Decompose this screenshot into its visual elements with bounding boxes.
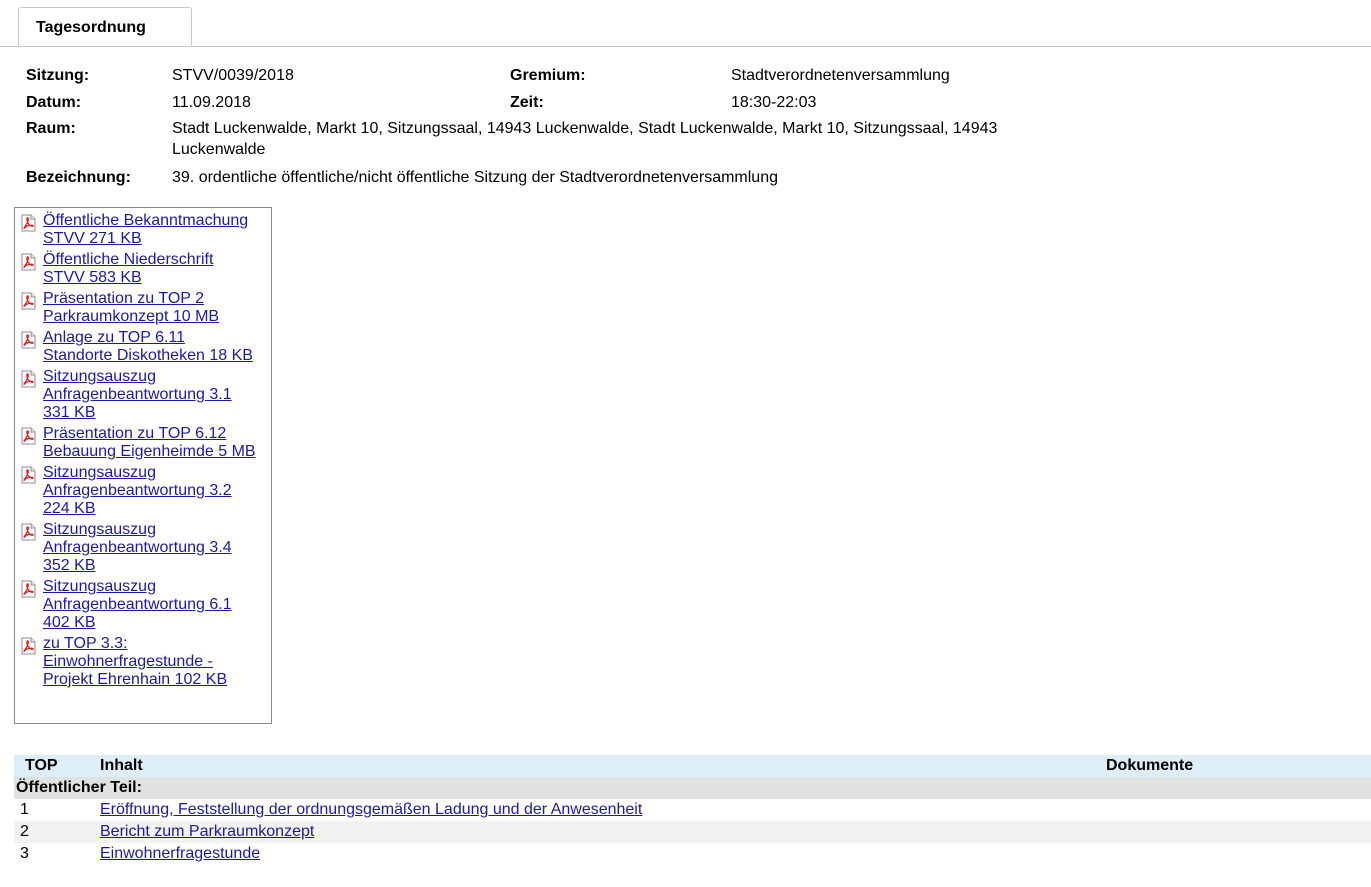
document-link-text[interactable]: Präsentation zu TOP 6.12 Bebauung Eigenhe…	[43, 425, 273, 461]
zeit-label: Zeit:	[510, 94, 544, 111]
section-label: Öffentlicher Teil:	[14, 777, 1371, 799]
column-header-top: TOP	[25, 757, 58, 774]
tab-bar-divider	[0, 46, 1371, 47]
zeit-value: 18:30-22:03	[731, 94, 817, 111]
bezeichnung-label: Bezeichnung:	[26, 169, 131, 186]
document-link-line: Sitzungsauszug	[43, 368, 156, 385]
raum-value-line1: Stadt Luckenwalde, Markt 10, Sitzungssaa…	[172, 120, 998, 137]
document-link[interactable]: Anlage zu TOP 6.11 Standorte Diskotheken …	[19, 329, 269, 365]
document-link-text[interactable]: Anlage zu TOP 6.11 Standorte Diskotheken …	[43, 329, 273, 365]
bezeichnung-value: 39. ordentliche öffentliche/nicht öffent…	[172, 169, 778, 186]
document-link-line: Anfragenbeantwortung 3.1	[43, 386, 232, 403]
pdf-icon	[21, 580, 36, 598]
document-link[interactable]: Sitzungsauszug Anfragenbeantwortung 6.1 40…	[19, 578, 269, 632]
row-documents-cell	[1106, 843, 1371, 865]
agenda-item-link[interactable]: Einwohnerfragestunde	[100, 845, 260, 862]
document-link-text[interactable]: Öffentliche Bekanntmachung STVV 271 KB	[43, 212, 273, 248]
document-link-line: Anfragenbeantwortung 3.4	[43, 539, 232, 556]
row-top-number: 2	[14, 821, 89, 843]
gremium-value: Stadtverordnetenversammlung	[731, 67, 950, 84]
document-link-line: Anfragenbeantwortung 3.2	[43, 482, 232, 499]
table-row: 3 Einwohnerfragestunde	[14, 843, 1371, 865]
document-link-line: Standorte Diskotheken 18 KB	[43, 347, 253, 364]
document-link-line: 402 KB	[43, 614, 96, 631]
document-link-line: Sitzungsauszug	[43, 464, 156, 481]
agenda-item-link[interactable]: Bericht zum Parkraumkonzept	[100, 823, 314, 840]
documents-list: Öffentliche Bekanntmachung STVV 271 KB Öff…	[14, 207, 272, 724]
document-link-text[interactable]: Öffentliche Niederschrift STVV 583 KB	[43, 251, 273, 287]
pdf-icon	[21, 427, 36, 445]
document-link-line: Sitzungsauszug	[43, 521, 156, 538]
table-row: 1 Eröffnung, Feststellung der ordnungsge…	[14, 799, 1371, 821]
document-link-line: Projekt Ehrenhain 102 KB	[43, 671, 228, 688]
tab-tagesordnung[interactable]: Tagesordnung	[18, 7, 192, 46]
datum-value: 11.09.2018	[172, 94, 251, 111]
document-link-line: Präsentation zu TOP 6.12	[43, 425, 227, 442]
document-link-line: Sitzungsauszug	[43, 578, 156, 595]
document-link-text[interactable]: Sitzungsauszug Anfragenbeantwortung 3.1 33…	[43, 368, 273, 422]
document-link[interactable]: Sitzungsauszug Anfragenbeantwortung 3.1 33…	[19, 368, 269, 422]
row-top-number: 1	[20, 801, 29, 818]
document-link-line: Einwohnerfragestunde -	[43, 653, 213, 670]
document-link-text[interactable]: Sitzungsauszug Anfragenbeantwortung 3.4 35…	[43, 521, 273, 575]
pdf-icon	[21, 331, 36, 349]
gremium-label: Gremium:	[510, 67, 586, 84]
raum-value-line2: Luckenwalde	[172, 141, 266, 158]
document-link[interactable]: Öffentliche Niederschrift STVV 583 KB	[19, 251, 269, 287]
document-link-line: Parkraumkonzept 10 MB	[43, 308, 220, 325]
tab-bar: Tagesordnung	[0, 0, 1371, 47]
row-documents-cell	[1106, 821, 1371, 843]
table-row: 2 Bericht zum Parkraumkonzept	[14, 821, 1371, 843]
section-row: Öffentlicher Teil:	[14, 777, 1371, 799]
document-link[interactable]: Präsentation zu TOP 2 Parkraumkonzept 10 …	[19, 290, 269, 326]
document-link[interactable]: Sitzungsauszug Anfragenbeantwortung 3.4 35…	[19, 521, 269, 575]
sitzung-value: STVV/0039/2018	[172, 67, 294, 84]
pdf-icon	[21, 370, 36, 388]
document-link[interactable]: Öffentliche Bekanntmachung STVV 271 KB	[19, 212, 269, 248]
pdf-icon	[21, 253, 36, 271]
agenda-header-row: TOP Inhalt Dokumente	[14, 755, 1371, 777]
document-link[interactable]: Präsentation zu TOP 6.12 Bebauung Eigenhe…	[19, 425, 269, 461]
sitzung-label: Sitzung:	[26, 67, 90, 84]
document-link-line: Öffentliche Bekanntmachung	[43, 212, 249, 229]
document-link-text[interactable]: Sitzungsauszug Anfragenbeantwortung 6.1 40…	[43, 578, 273, 632]
document-link[interactable]: Sitzungsauszug Anfragenbeantwortung 3.2 22…	[19, 464, 269, 518]
pdf-icon	[21, 523, 36, 541]
document-link-text[interactable]: Sitzungsauszug Anfragenbeantwortung 3.2 22…	[43, 464, 273, 518]
document-link-line: zu TOP 3.3:	[43, 635, 128, 652]
document-link-line: Anlage zu TOP 6.11	[43, 329, 186, 346]
document-link-line: Anfragenbeantwortung 6.1	[43, 596, 232, 613]
document-link-line: 352 KB	[43, 557, 96, 574]
row-top-number: 3	[20, 845, 29, 862]
document-link-line: Bebauung Eigenheimde 5 MB	[43, 443, 256, 460]
row-documents-cell	[1106, 799, 1371, 821]
document-link-text[interactable]: Präsentation zu TOP 2 Parkraumkonzept 10 …	[43, 290, 273, 326]
agenda-item-link[interactable]: Eröffnung, Feststellung der ordnungsgemä…	[100, 801, 642, 818]
document-link-line: Präsentation zu TOP 2	[43, 290, 204, 307]
raum-label: Raum:	[26, 120, 76, 137]
document-link-line: 224 KB	[43, 500, 96, 517]
pdf-icon	[21, 466, 36, 484]
document-link-line: 331 KB	[43, 404, 96, 421]
pdf-icon	[21, 214, 36, 232]
datum-label: Datum:	[26, 94, 82, 111]
pdf-icon	[21, 292, 36, 310]
column-header-dokumente: Dokumente	[1106, 757, 1194, 774]
document-link[interactable]: zu TOP 3.3: Einwohnerfragestunde - Projekt…	[19, 635, 269, 689]
document-link-line: Öffentliche Niederschrift	[43, 251, 214, 268]
agenda-table: TOP Inhalt Dokumente Öffentlicher Teil: …	[14, 755, 1371, 865]
pdf-icon	[21, 637, 36, 655]
document-link-text[interactable]: zu TOP 3.3: Einwohnerfragestunde - Projekt…	[43, 635, 273, 689]
column-header-inhalt: Inhalt	[100, 757, 143, 774]
document-link-line: STVV 583 KB	[43, 269, 142, 286]
document-link-line: STVV 271 KB	[43, 230, 142, 247]
